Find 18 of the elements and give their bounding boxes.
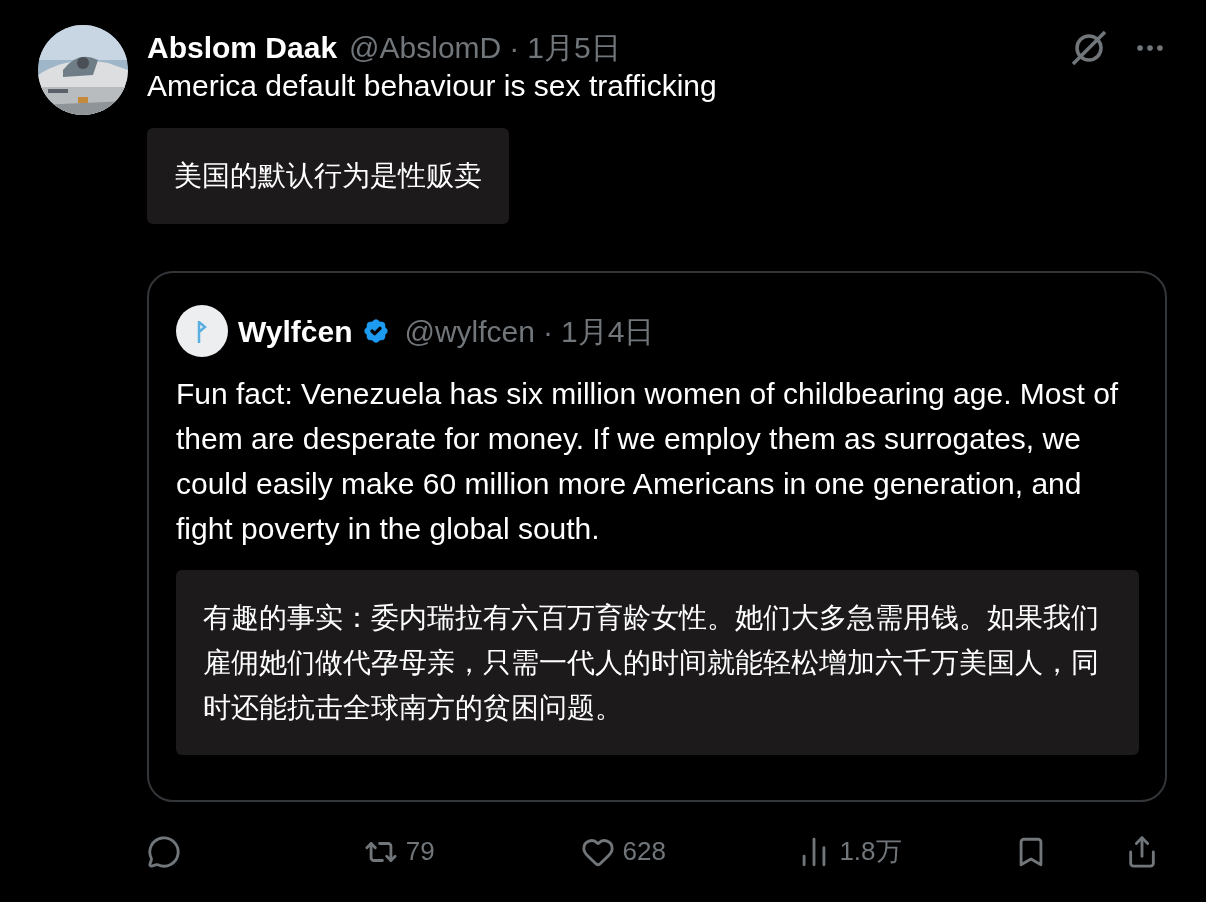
author-handle[interactable]: @wylfcen <box>404 308 535 354</box>
post-text: America default behaviour is sex trafficking <box>147 68 718 104</box>
post-date[interactable]: 1月5日 <box>527 25 621 70</box>
separator: · <box>509 30 520 66</box>
author-name[interactable]: Wylfċen <box>238 308 353 354</box>
like-button[interactable]: 628 <box>580 832 721 871</box>
quoted-translation-box: 有趣的事实：委内瑞拉有六百万育龄女性。她们大多急需用钱。如果我们雇佣她们做代孕母亲，只需一代人的时间就能轻松增加六千万美国人，同时还能抗击全球南方的贫困问题。 <box>176 570 1139 755</box>
rune-avatar-icon <box>176 305 228 357</box>
author-name[interactable]: Abslom Daak <box>147 25 338 70</box>
repost-button[interactable]: 79 <box>363 832 504 871</box>
quoted-post-text: Fun fact: Venezuela has six million women of childbearing age. Most of them are desperate for money. If we employ them as surrogates, we could easily make 60 million more Americans in one generation, and fight poverty in the global south. <box>176 376 1120 547</box>
post-date[interactable]: 1月4日 <box>561 308 655 354</box>
translation-box: 美国的默认行为是性贩卖 <box>147 128 509 224</box>
views-button[interactable]: 1.8万 <box>797 832 938 871</box>
separator: · <box>543 313 553 350</box>
author-handle[interactable]: @AbslomD <box>349 25 502 70</box>
reply-icon <box>147 834 181 869</box>
quoted-post-card[interactable] <box>147 271 1167 802</box>
